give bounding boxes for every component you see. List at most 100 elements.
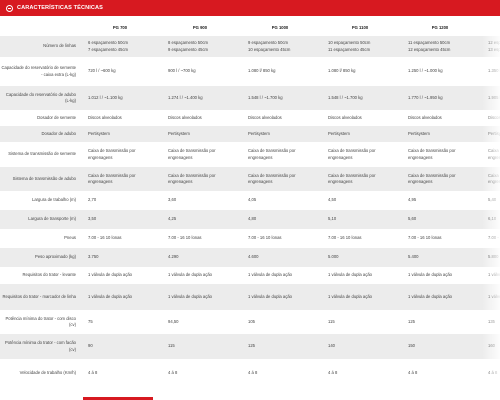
table-cell: 4,95 xyxy=(400,191,480,210)
collapse-icon[interactable] xyxy=(6,4,13,12)
table-cell: 4,50 xyxy=(320,191,400,210)
model-header: PG 900 xyxy=(192,24,208,30)
table-header-row: PG 700 PG 900 PG 1000 PG 1100 PG 1200 PG 1300 xyxy=(0,20,500,36)
table-row: Capacidade do reservatório de semente - … xyxy=(0,57,500,86)
table-cell: 4 á 8 xyxy=(160,359,240,387)
table-cell: 1.080 l/ 850 kg xyxy=(240,57,320,86)
row-label: Pneus xyxy=(0,229,80,248)
model-header: PG 700 xyxy=(112,24,128,30)
table-cell: Caixa de transmissão por engrenagens xyxy=(480,142,500,167)
section-title: CARACTERÍSTICAS TÉCNICAS xyxy=(17,5,103,11)
table-cell: 75 xyxy=(80,310,160,334)
table-row: Potência mínima do trator - com disco (c… xyxy=(0,310,500,334)
table-cell: 4,25 xyxy=(160,210,240,229)
table-cell: 5,60 xyxy=(400,210,480,229)
table-cell: 1.548 l / ~1.700 kg xyxy=(240,86,320,110)
table-cell: 7.00 - 16 10 lonas xyxy=(400,229,480,248)
table-cell: 7.00 - 16 10 lonas xyxy=(240,229,320,248)
row-label: Requisitos do trator - levante xyxy=(0,267,80,284)
table-cell: Caixa de transmissão por engrenagens xyxy=(480,167,500,191)
table-row: Sistema de transmissão de semente Caixa d… xyxy=(0,142,500,167)
table-cell: 1.250 l / ~1.000 kg xyxy=(400,57,480,86)
table-cell: 105 xyxy=(240,310,320,334)
table-cell: 5,40 xyxy=(480,191,500,210)
table-cell: 4 á 8 xyxy=(400,359,480,387)
table-cell: 5.800 xyxy=(480,248,500,267)
table-cell: 115 xyxy=(160,334,240,359)
table-cell: Discos alveolados xyxy=(240,110,320,126)
table-cell: 1 válvula de dupla ação xyxy=(240,267,320,284)
table-row: Sistema de transmissão de adubo Caixa de … xyxy=(0,167,500,191)
table-cell: 160 xyxy=(480,334,500,359)
table-cell: 125 xyxy=(400,310,480,334)
table-cell: 5.000 xyxy=(320,248,400,267)
table-cell: 9 espaçamento 50cm 10 espaçamento 45cm xyxy=(240,36,320,57)
row-label: Potência mínima do trator - com facão (c… xyxy=(0,334,80,359)
table-cell: 1.080 l/ 850 kg xyxy=(320,57,400,86)
table-row: Capacidade do reservatório de adubo (L-k… xyxy=(0,86,500,110)
table-cell: Caixa de transmissão por engrenagens xyxy=(80,142,160,167)
row-label: Sistema de transmissão de semente xyxy=(0,142,80,167)
table-cell: 5.400 xyxy=(400,248,480,267)
section-header[interactable]: CARACTERÍSTICAS TÉCNICAS xyxy=(0,0,500,16)
table-cell: 3.750 xyxy=(80,248,160,267)
table-cell: 140 xyxy=(320,334,400,359)
table-cell: 2,70 xyxy=(80,191,160,210)
table-cell: Pertisystem xyxy=(160,126,240,142)
table-cell: 1 válvula de dupla ação xyxy=(480,284,500,310)
table-row: Número de linhas 6 espaçamento 50cm 7 esp… xyxy=(0,36,500,57)
table-cell: 5,10 xyxy=(320,210,400,229)
table-cell: 7.00 - 16 10 lonas xyxy=(80,229,160,248)
table-cell: Discos alveolados xyxy=(160,110,240,126)
table-row: Peso aproximado (kg) 3.750 4.290 4.600 5.000… xyxy=(0,248,500,267)
row-label: Largura de trabalho (m) xyxy=(0,191,80,210)
table-cell: 4,05 xyxy=(240,191,320,210)
table-cell: 4 á 8 xyxy=(240,359,320,387)
row-label: Peso aproximado (kg) xyxy=(0,248,80,267)
table-cell: Caixa de transmissão por engrenagens xyxy=(240,167,320,191)
table-row: Dosador de adubo Pertisystem Pertisystem Pe… xyxy=(0,126,500,142)
table-cell: 1.548 l / ~1.700 kg xyxy=(320,86,400,110)
table-row: Pneus 7.00 - 16 10 lonas 7.00 - 16 10 lona… xyxy=(0,229,500,248)
table-cell: 3,50 xyxy=(80,210,160,229)
table-cell: 7.00 - 16 10 lonas xyxy=(160,229,240,248)
table-cell: 7.00 - 16 10 lonas xyxy=(320,229,400,248)
table-cell: Caixa de transmissão por engrenagens xyxy=(240,142,320,167)
table-cell: 1 válvula de dupla ação xyxy=(400,284,480,310)
table-row: Requisitos do trator - levante 1 válvula … xyxy=(0,267,500,284)
table-cell: 1.770 l / ~1.950 kg xyxy=(400,86,480,110)
table-cell: Discos alveolados xyxy=(80,110,160,126)
table-cell: 1 válvula de dupla ação xyxy=(320,284,400,310)
table-cell: 4 á 8 xyxy=(480,359,500,387)
table-row: Largura de trabalho (m) 2,70 3,60 4,05 4,50 4… xyxy=(0,191,500,210)
specs-table: PG 700 PG 900 PG 1000 PG 1100 PG 1200 PG 1300… xyxy=(0,16,500,400)
table-cell: Discos alveolados xyxy=(480,110,500,126)
table-cell: Caixa de transmissão por engrenagens xyxy=(400,142,480,167)
table-cell: Caixa de transmissão por engrenagens xyxy=(160,167,240,191)
table-cell: 1 válvula de dupla ação xyxy=(320,267,400,284)
table-cell: Pertisystem xyxy=(480,126,500,142)
model-header: PG 1100 xyxy=(351,24,369,30)
table-cell: Pertisystem xyxy=(400,126,480,142)
row-label: Velocidade de trabalho (Km/h) xyxy=(0,359,80,387)
table-cell: Pertisystem xyxy=(80,126,160,142)
row-label: Largura de transporte (m) xyxy=(0,210,80,229)
table-cell: Pertisystem xyxy=(240,126,320,142)
table-cell: Caixa de transmissão por engrenagens xyxy=(160,142,240,167)
table-cell: Caixa de transmissão por engrenagens xyxy=(400,167,480,191)
table-cell: 7.00 - 16 10 lonas xyxy=(480,229,500,248)
table-cell: Caixa de transmissão por engrenagens xyxy=(320,142,400,167)
table-cell: 135 xyxy=(480,310,500,334)
row-label: Capacidade do reservatório de semente - … xyxy=(0,57,80,86)
table-cell: Discos alveolados xyxy=(320,110,400,126)
row-label: Potência mínima do trator - com disco (c… xyxy=(0,310,80,334)
table-cell: 1.350 l / ~1.100 kg xyxy=(480,57,500,86)
model-header: PG 1000 xyxy=(271,24,289,30)
table-cell: 4.600 xyxy=(240,248,320,267)
table-row: Requisitos do trator - marcador de linha… xyxy=(0,284,500,310)
table-cell: 11 espaçamento 50cm 12 espaçamento 45cm xyxy=(400,36,480,57)
row-label: Dosador de semente xyxy=(0,110,80,126)
table-cell: 1 válvula de dupla ação xyxy=(160,284,240,310)
table-cell: 150 xyxy=(400,334,480,359)
table-cell: Caixa de transmissão por engrenagens xyxy=(320,167,400,191)
